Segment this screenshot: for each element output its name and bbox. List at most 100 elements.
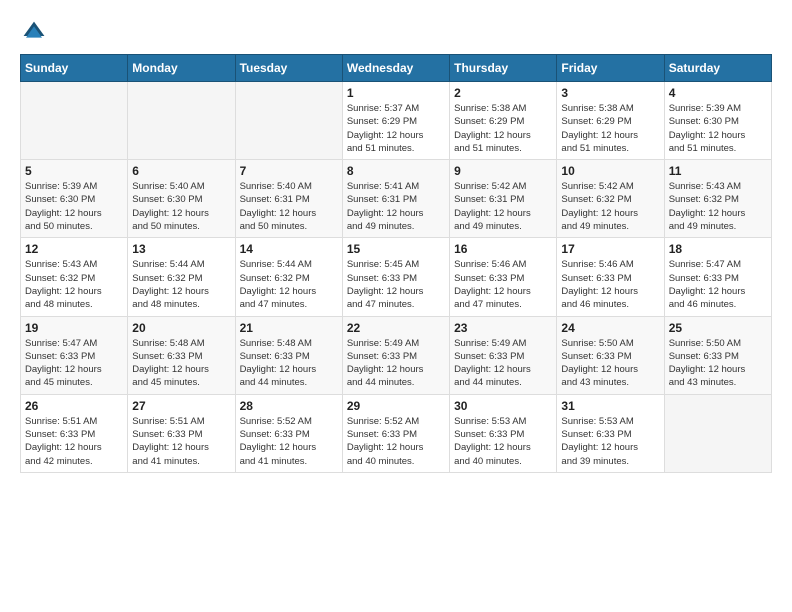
calendar-table: SundayMondayTuesdayWednesdayThursdayFrid… [20,54,772,473]
calendar-cell: 2Sunrise: 5:38 AM Sunset: 6:29 PM Daylig… [450,82,557,160]
day-number: 9 [454,164,552,178]
calendar-cell: 31 Sunrise: 5:53 AM Sunset: 6:33 PM Dayli… [557,394,664,472]
calendar-cell: 19 Sunrise: 5:47 AM Sunset: 6:33 PM Dayli… [21,316,128,394]
calendar-cell: 27 Sunrise: 5:51 AM Sunset: 6:33 PM Dayli… [128,394,235,472]
day-info: Sunrise: 5:47 AM Sunset: 6:33 PM Dayligh… [25,337,123,390]
day-info: Sunrise: 5:51 AM Sunset: 6:33 PM Dayligh… [132,415,230,468]
logo-icon [22,20,46,44]
weekday-header-friday: Friday [557,55,664,82]
calendar-cell: 15 Sunrise: 5:45 AM Sunset: 6:33 PM Dayli… [342,238,449,316]
weekday-header-sunday: Sunday [21,55,128,82]
calendar-cell: 14Sunrise: 5:44 AM Sunset: 6:32 PM Dayli… [235,238,342,316]
day-info: Sunrise: 5:52 AM Sunset: 6:33 PM Dayligh… [347,415,445,468]
calendar-week-row: 12 Sunrise: 5:43 AM Sunset: 6:32 PM Dayli… [21,238,772,316]
day-info: Sunrise: 5:38 AM Sunset: 6:29 PM Dayligh… [561,102,659,155]
day-info: Sunrise: 5:42 AM Sunset: 6:31 PM Dayligh… [454,180,552,233]
day-info: Sunrise: 5:42 AM Sunset: 6:32 PM Dayligh… [561,180,659,233]
calendar-cell: 16Sunrise: 5:46 AM Sunset: 6:33 PM Dayli… [450,238,557,316]
day-info: Sunrise: 5:52 AM Sunset: 6:33 PM Dayligh… [240,415,338,468]
calendar-cell: 6 Sunrise: 5:40 AM Sunset: 6:30 PM Daylig… [128,160,235,238]
day-info: Sunrise: 5:40 AM Sunset: 6:30 PM Dayligh… [132,180,230,233]
calendar-cell: 12 Sunrise: 5:43 AM Sunset: 6:32 PM Dayli… [21,238,128,316]
calendar-cell: 3 Sunrise: 5:38 AM Sunset: 6:29 PM Daylig… [557,82,664,160]
day-number: 30 [454,399,552,413]
day-number: 31 [561,399,659,413]
day-number: 27 [132,399,230,413]
day-info: Sunrise: 5:51 AM Sunset: 6:33 PM Dayligh… [25,415,123,468]
calendar-week-row: 26 Sunrise: 5:51 AM Sunset: 6:33 PM Dayli… [21,394,772,472]
day-number: 24 [561,321,659,335]
calendar-cell: 28 Sunrise: 5:52 AM Sunset: 6:33 PM Dayli… [235,394,342,472]
day-number: 26 [25,399,123,413]
calendar-cell: 4Sunrise: 5:39 AM Sunset: 6:30 PM Daylig… [664,82,771,160]
day-info: Sunrise: 5:40 AM Sunset: 6:31 PM Dayligh… [240,180,338,233]
calendar-cell: 30 Sunrise: 5:53 AM Sunset: 6:33 PM Dayli… [450,394,557,472]
day-info: Sunrise: 5:48 AM Sunset: 6:33 PM Dayligh… [240,337,338,390]
day-number: 28 [240,399,338,413]
calendar-week-row: 5Sunrise: 5:39 AM Sunset: 6:30 PM Daylig… [21,160,772,238]
calendar-cell: 8 Sunrise: 5:41 AM Sunset: 6:31 PM Daylig… [342,160,449,238]
calendar-cell: 13 Sunrise: 5:44 AM Sunset: 6:32 PM Dayli… [128,238,235,316]
calendar-cell: 23 Sunrise: 5:49 AM Sunset: 6:33 PM Dayli… [450,316,557,394]
weekday-header-thursday: Thursday [450,55,557,82]
day-info: Sunrise: 5:41 AM Sunset: 6:31 PM Dayligh… [347,180,445,233]
day-number: 15 [347,242,445,256]
calendar-cell: 9 Sunrise: 5:42 AM Sunset: 6:31 PM Daylig… [450,160,557,238]
weekday-header-monday: Monday [128,55,235,82]
day-number: 23 [454,321,552,335]
day-number: 25 [669,321,767,335]
weekday-header-wednesday: Wednesday [342,55,449,82]
day-info: Sunrise: 5:47 AM Sunset: 6:33 PM Dayligh… [669,258,767,311]
day-number: 13 [132,242,230,256]
day-number: 7 [240,164,338,178]
calendar-cell [21,82,128,160]
day-info: Sunrise: 5:46 AM Sunset: 6:33 PM Dayligh… [561,258,659,311]
day-info: Sunrise: 5:45 AM Sunset: 6:33 PM Dayligh… [347,258,445,311]
calendar-cell: 29 Sunrise: 5:52 AM Sunset: 6:33 PM Dayli… [342,394,449,472]
day-number: 6 [132,164,230,178]
day-info: Sunrise: 5:43 AM Sunset: 6:32 PM Dayligh… [669,180,767,233]
day-info: Sunrise: 5:49 AM Sunset: 6:33 PM Dayligh… [347,337,445,390]
day-number: 12 [25,242,123,256]
day-number: 20 [132,321,230,335]
calendar-week-row: 1Sunrise: 5:37 AM Sunset: 6:29 PM Daylig… [21,82,772,160]
calendar-cell: 24 Sunrise: 5:50 AM Sunset: 6:33 PM Dayli… [557,316,664,394]
day-info: Sunrise: 5:50 AM Sunset: 6:33 PM Dayligh… [669,337,767,390]
calendar-cell: 21 Sunrise: 5:48 AM Sunset: 6:33 PM Dayli… [235,316,342,394]
day-info: Sunrise: 5:44 AM Sunset: 6:32 PM Dayligh… [132,258,230,311]
calendar-cell: 11 Sunrise: 5:43 AM Sunset: 6:32 PM Dayli… [664,160,771,238]
logo [20,20,46,44]
calendar-week-row: 19 Sunrise: 5:47 AM Sunset: 6:33 PM Dayli… [21,316,772,394]
day-info: Sunrise: 5:50 AM Sunset: 6:33 PM Dayligh… [561,337,659,390]
day-number: 29 [347,399,445,413]
day-info: Sunrise: 5:44 AM Sunset: 6:32 PM Dayligh… [240,258,338,311]
day-number: 21 [240,321,338,335]
weekday-header-tuesday: Tuesday [235,55,342,82]
day-number: 19 [25,321,123,335]
calendar-cell: 22 Sunrise: 5:49 AM Sunset: 6:33 PM Dayli… [342,316,449,394]
day-number: 8 [347,164,445,178]
day-number: 3 [561,86,659,100]
calendar-cell: 7 Sunrise: 5:40 AM Sunset: 6:31 PM Daylig… [235,160,342,238]
calendar-cell [664,394,771,472]
weekday-header-saturday: Saturday [664,55,771,82]
day-info: Sunrise: 5:53 AM Sunset: 6:33 PM Dayligh… [454,415,552,468]
day-info: Sunrise: 5:43 AM Sunset: 6:32 PM Dayligh… [25,258,123,311]
day-info: Sunrise: 5:53 AM Sunset: 6:33 PM Dayligh… [561,415,659,468]
calendar-cell: 1Sunrise: 5:37 AM Sunset: 6:29 PM Daylig… [342,82,449,160]
day-number: 11 [669,164,767,178]
calendar-cell [128,82,235,160]
calendar-cell [235,82,342,160]
day-number: 1 [347,86,445,100]
calendar-cell: 25 Sunrise: 5:50 AM Sunset: 6:33 PM Dayli… [664,316,771,394]
day-info: Sunrise: 5:46 AM Sunset: 6:33 PM Dayligh… [454,258,552,311]
day-number: 10 [561,164,659,178]
day-info: Sunrise: 5:49 AM Sunset: 6:33 PM Dayligh… [454,337,552,390]
calendar-cell: 5Sunrise: 5:39 AM Sunset: 6:30 PM Daylig… [21,160,128,238]
calendar-cell: 26 Sunrise: 5:51 AM Sunset: 6:33 PM Dayli… [21,394,128,472]
day-number: 22 [347,321,445,335]
day-info: Sunrise: 5:38 AM Sunset: 6:29 PM Dayligh… [454,102,552,155]
calendar-header-row: SundayMondayTuesdayWednesdayThursdayFrid… [21,55,772,82]
calendar-cell: 18 Sunrise: 5:47 AM Sunset: 6:33 PM Dayli… [664,238,771,316]
day-number: 18 [669,242,767,256]
